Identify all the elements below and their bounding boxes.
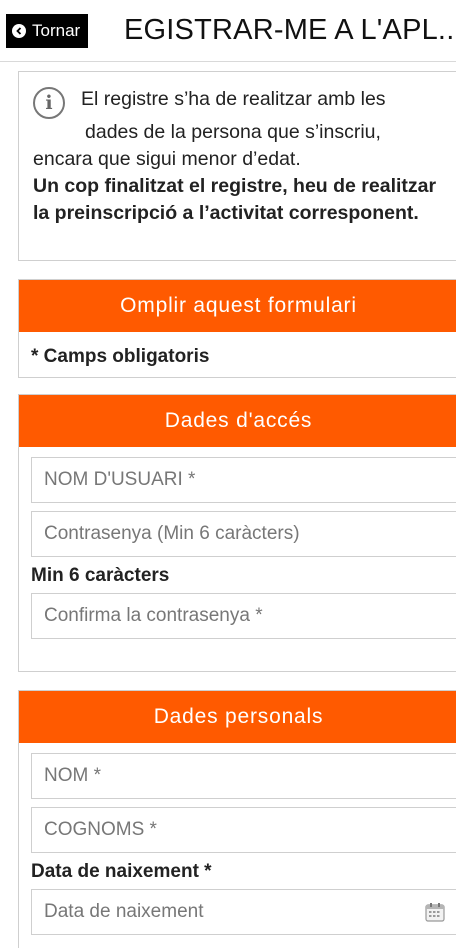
- name-field[interactable]: NOM *: [31, 753, 456, 799]
- page-title: EGISTRAR-ME A L'APL...: [124, 14, 456, 46]
- password-field[interactable]: Contrasenya (Min 6 caràcters): [31, 511, 456, 557]
- personal-section: Dades personals NOM * COGNOMS * Data de …: [18, 690, 456, 948]
- birth-date-label: Data de naixement *: [31, 861, 212, 882]
- info-bold-text: Un cop finalitzat el registre, heu de re…: [33, 175, 437, 224]
- personal-section-header: Dades personals: [19, 691, 456, 743]
- access-section-header: Dades d'accés: [19, 395, 456, 447]
- birth-date-field[interactable]: Data de naixement: [31, 889, 456, 935]
- chevron-left-icon: [12, 24, 26, 38]
- access-section: Dades d'accés NOM D'USUARI * Contrasenya…: [18, 394, 456, 672]
- form-intro-header: Omplir aquest formulari: [19, 280, 456, 332]
- confirm-password-field[interactable]: Confirma la contrasenya *: [31, 593, 456, 639]
- calendar-icon[interactable]: [424, 901, 446, 923]
- info-text-line2: dades de la persona que s’inscriu,: [85, 121, 381, 143]
- birth-date-placeholder: Data de naixement: [44, 901, 204, 922]
- info-text-line3: encara que sigui menor d’edat.: [33, 148, 301, 170]
- app-header: Tornar EGISTRAR-ME A L'APL...: [0, 0, 456, 62]
- info-text-line1: El registre s’ha de realitzar amb les: [81, 88, 386, 110]
- username-field[interactable]: NOM D'USUARI *: [31, 457, 456, 503]
- form-intro-section: Omplir aquest formulari * Camps obligato…: [18, 279, 456, 378]
- password-hint: Min 6 caràcters: [31, 565, 170, 586]
- info-box: i El registre s’ha de realitzar amb les …: [18, 71, 456, 261]
- back-button[interactable]: Tornar: [6, 14, 89, 48]
- info-icon: i: [33, 87, 65, 119]
- surname-field[interactable]: COGNOMS *: [31, 807, 456, 853]
- back-button-label: Tornar: [32, 21, 81, 40]
- required-fields-note: * Camps obligatoris: [31, 346, 210, 367]
